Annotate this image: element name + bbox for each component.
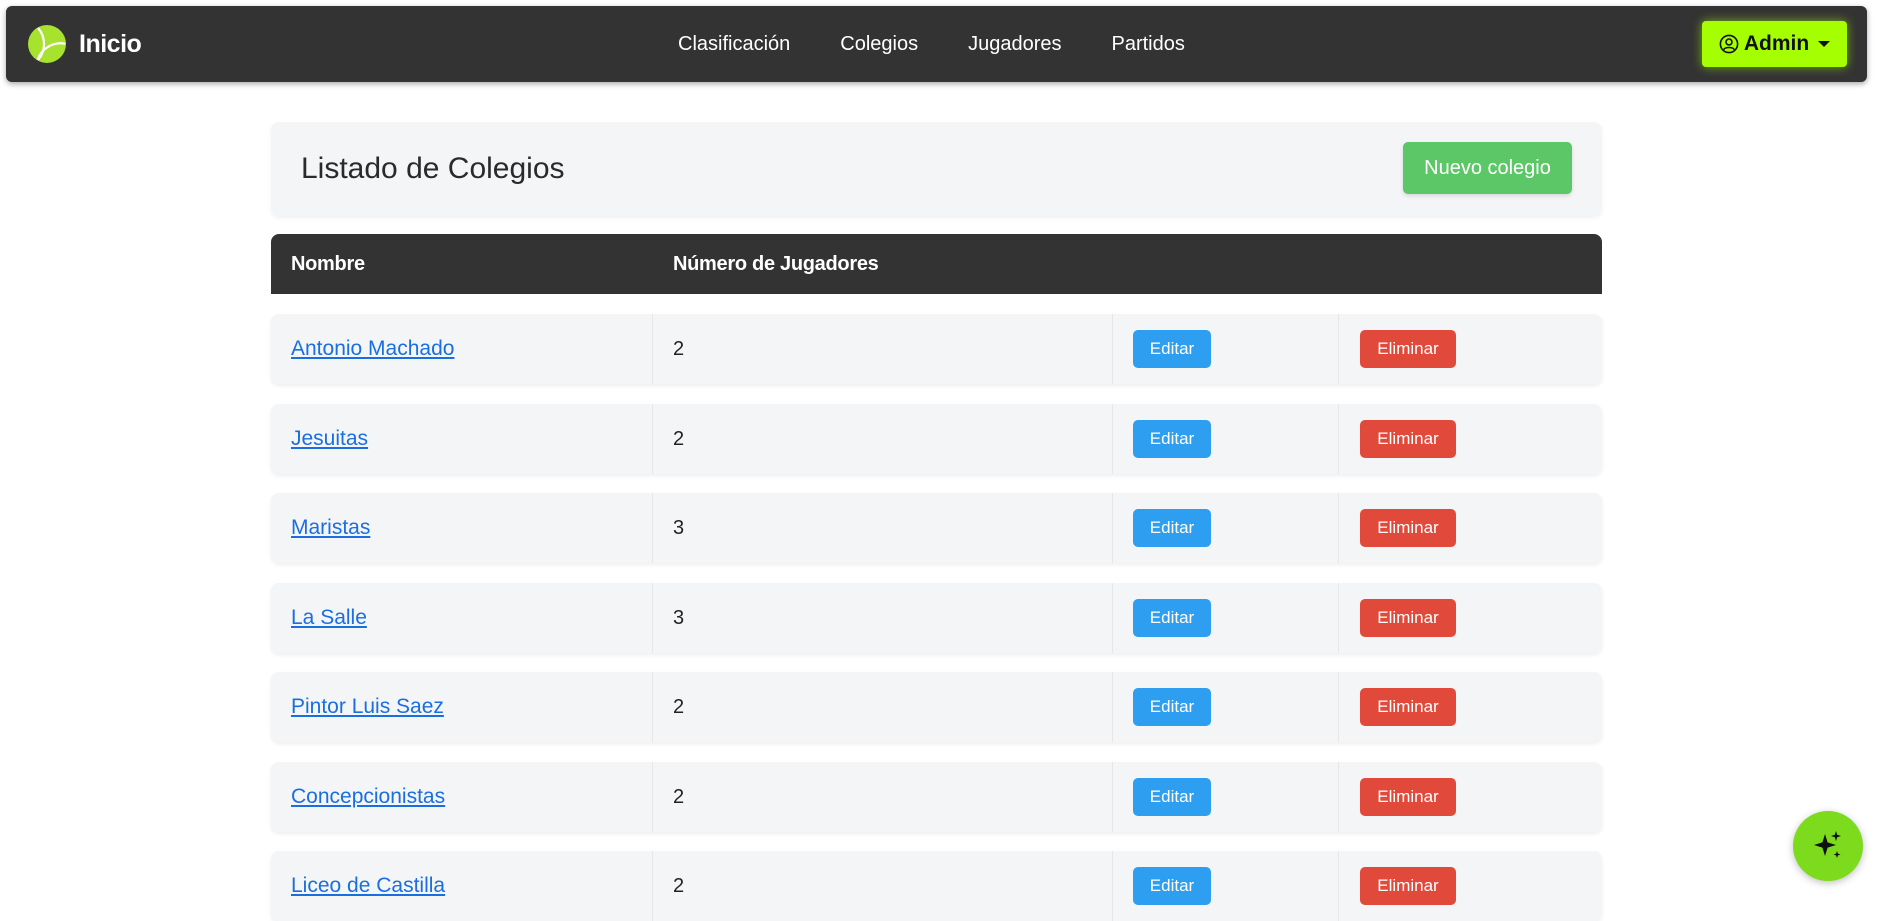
player-count: 2 [673, 428, 685, 450]
cell-divider [1112, 493, 1113, 563]
player-count: 3 [673, 607, 685, 629]
table-row: Pintor Luis Saez 2 Editar Eliminar [271, 672, 1602, 742]
cell-divider [1112, 404, 1113, 474]
player-count: 3 [673, 517, 685, 539]
player-count: 2 [673, 338, 685, 360]
edit-button[interactable]: Editar [1133, 330, 1211, 368]
player-count: 2 [673, 696, 685, 718]
nav-link-partidos[interactable]: Partidos [1112, 33, 1185, 56]
page-title: Listado de Colegios [301, 152, 565, 185]
nav-link-jugadores[interactable]: Jugadores [968, 33, 1061, 56]
main-nav: Clasificación Colegios Jugadores Partido… [678, 6, 1185, 82]
cell-divider [652, 672, 653, 742]
table-row: Liceo de Castilla 2 Editar Eliminar [271, 851, 1602, 921]
cell-divider [1112, 314, 1113, 384]
cell-divider [1112, 851, 1113, 921]
cell-divider [1338, 314, 1339, 384]
table-row: Maristas 3 Editar Eliminar [271, 493, 1602, 563]
delete-button[interactable]: Eliminar [1360, 688, 1456, 726]
column-header-players: Número de Jugadores [673, 253, 879, 275]
table-row: La Salle 3 Editar Eliminar [271, 583, 1602, 653]
table-row: Antonio Machado 2 Editar Eliminar [271, 314, 1602, 384]
cell-divider [652, 493, 653, 563]
sparkle-icon [1814, 831, 1841, 858]
school-name-link[interactable]: Maristas [291, 493, 370, 563]
delete-button[interactable]: Eliminar [1360, 330, 1456, 368]
edit-button[interactable]: Editar [1133, 867, 1211, 905]
nav-link-clasificacion[interactable]: Clasificación [678, 33, 790, 56]
cell-divider [1338, 762, 1339, 832]
cell-divider [1338, 404, 1339, 474]
admin-label: Admin [1743, 32, 1810, 55]
nav-link-colegios[interactable]: Colegios [840, 33, 918, 56]
table-header: Nombre Número de Jugadores [271, 234, 1602, 294]
school-name-link[interactable]: Antonio Machado [291, 314, 454, 384]
top-navbar: Inicio Clasificación Colegios Jugadores … [6, 6, 1867, 82]
delete-button[interactable]: Eliminar [1360, 420, 1456, 458]
user-circle-icon [1719, 34, 1739, 54]
player-count: 2 [673, 875, 685, 897]
admin-menu-button[interactable]: Admin [1702, 21, 1847, 67]
cell-divider [1112, 672, 1113, 742]
delete-button[interactable]: Eliminar [1360, 867, 1456, 905]
cell-divider [652, 583, 653, 653]
table-row: Concepcionistas 2 Editar Eliminar [271, 762, 1602, 832]
cell-divider [1338, 583, 1339, 653]
edit-button[interactable]: Editar [1133, 688, 1211, 726]
ai-assistant-button[interactable] [1793, 811, 1863, 881]
cell-divider [1338, 493, 1339, 563]
edit-button[interactable]: Editar [1133, 778, 1211, 816]
player-count: 2 [673, 786, 685, 808]
school-name-link[interactable]: Jesuitas [291, 404, 368, 474]
cell-divider [1112, 762, 1113, 832]
delete-button[interactable]: Eliminar [1360, 509, 1456, 547]
caret-down-icon [1818, 41, 1831, 47]
brand-home-link[interactable]: Inicio [27, 24, 142, 64]
cell-divider [1112, 583, 1113, 653]
school-name-link[interactable]: Concepcionistas [291, 762, 445, 832]
cell-divider [652, 762, 653, 832]
tennis-ball-icon [28, 25, 66, 63]
delete-button[interactable]: Eliminar [1360, 778, 1456, 816]
cell-divider [652, 404, 653, 474]
brand-label: Inicio [79, 29, 142, 58]
school-name-link[interactable]: Liceo de Castilla [291, 851, 445, 921]
cell-divider [652, 314, 653, 384]
school-name-link[interactable]: La Salle [291, 583, 367, 653]
table-row: Jesuitas 2 Editar Eliminar [271, 404, 1602, 474]
school-name-link[interactable]: Pintor Luis Saez [291, 672, 444, 742]
edit-button[interactable]: Editar [1133, 420, 1211, 458]
column-header-name: Nombre [291, 253, 365, 275]
page-header-card: Listado de Colegios Nuevo colegio [271, 122, 1602, 216]
delete-button[interactable]: Eliminar [1360, 599, 1456, 637]
cell-divider [1338, 672, 1339, 742]
new-school-button[interactable]: Nuevo colegio [1403, 142, 1572, 194]
edit-button[interactable]: Editar [1133, 599, 1211, 637]
cell-divider [652, 851, 653, 921]
edit-button[interactable]: Editar [1133, 509, 1211, 547]
cell-divider [1338, 851, 1339, 921]
